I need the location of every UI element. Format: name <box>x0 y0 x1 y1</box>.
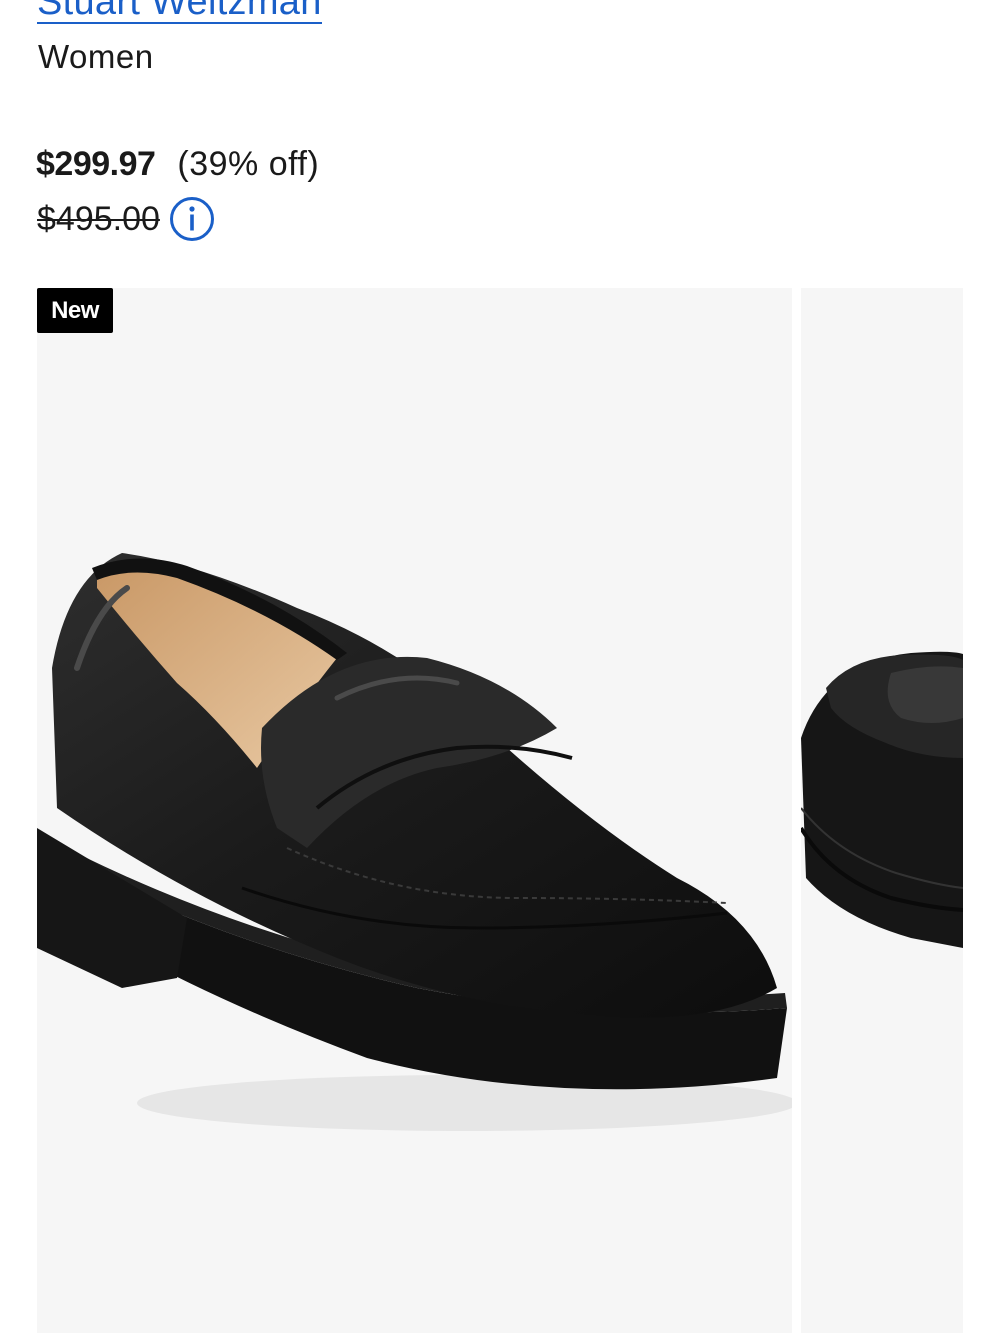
loafer-image <box>37 553 792 1131</box>
info-circle-icon[interactable] <box>169 196 215 242</box>
new-badge: New <box>37 288 113 333</box>
discount-percent: (39% off) <box>177 145 320 183</box>
original-price-row: $495.00 <box>37 196 215 242</box>
product-image-main[interactable]: New <box>37 288 792 1333</box>
product-category: Women <box>38 38 154 75</box>
price-row: $299.97 (39% off) <box>36 145 319 184</box>
brand-link[interactable]: Stuart Weitzman <box>37 0 322 24</box>
loafer-front-image <box>801 651 963 948</box>
product-image-carousel[interactable]: New <box>37 288 963 1333</box>
product-image-next[interactable] <box>801 288 963 1333</box>
original-price: $495.00 <box>37 199 160 238</box>
sale-price: $299.97 <box>36 145 156 183</box>
